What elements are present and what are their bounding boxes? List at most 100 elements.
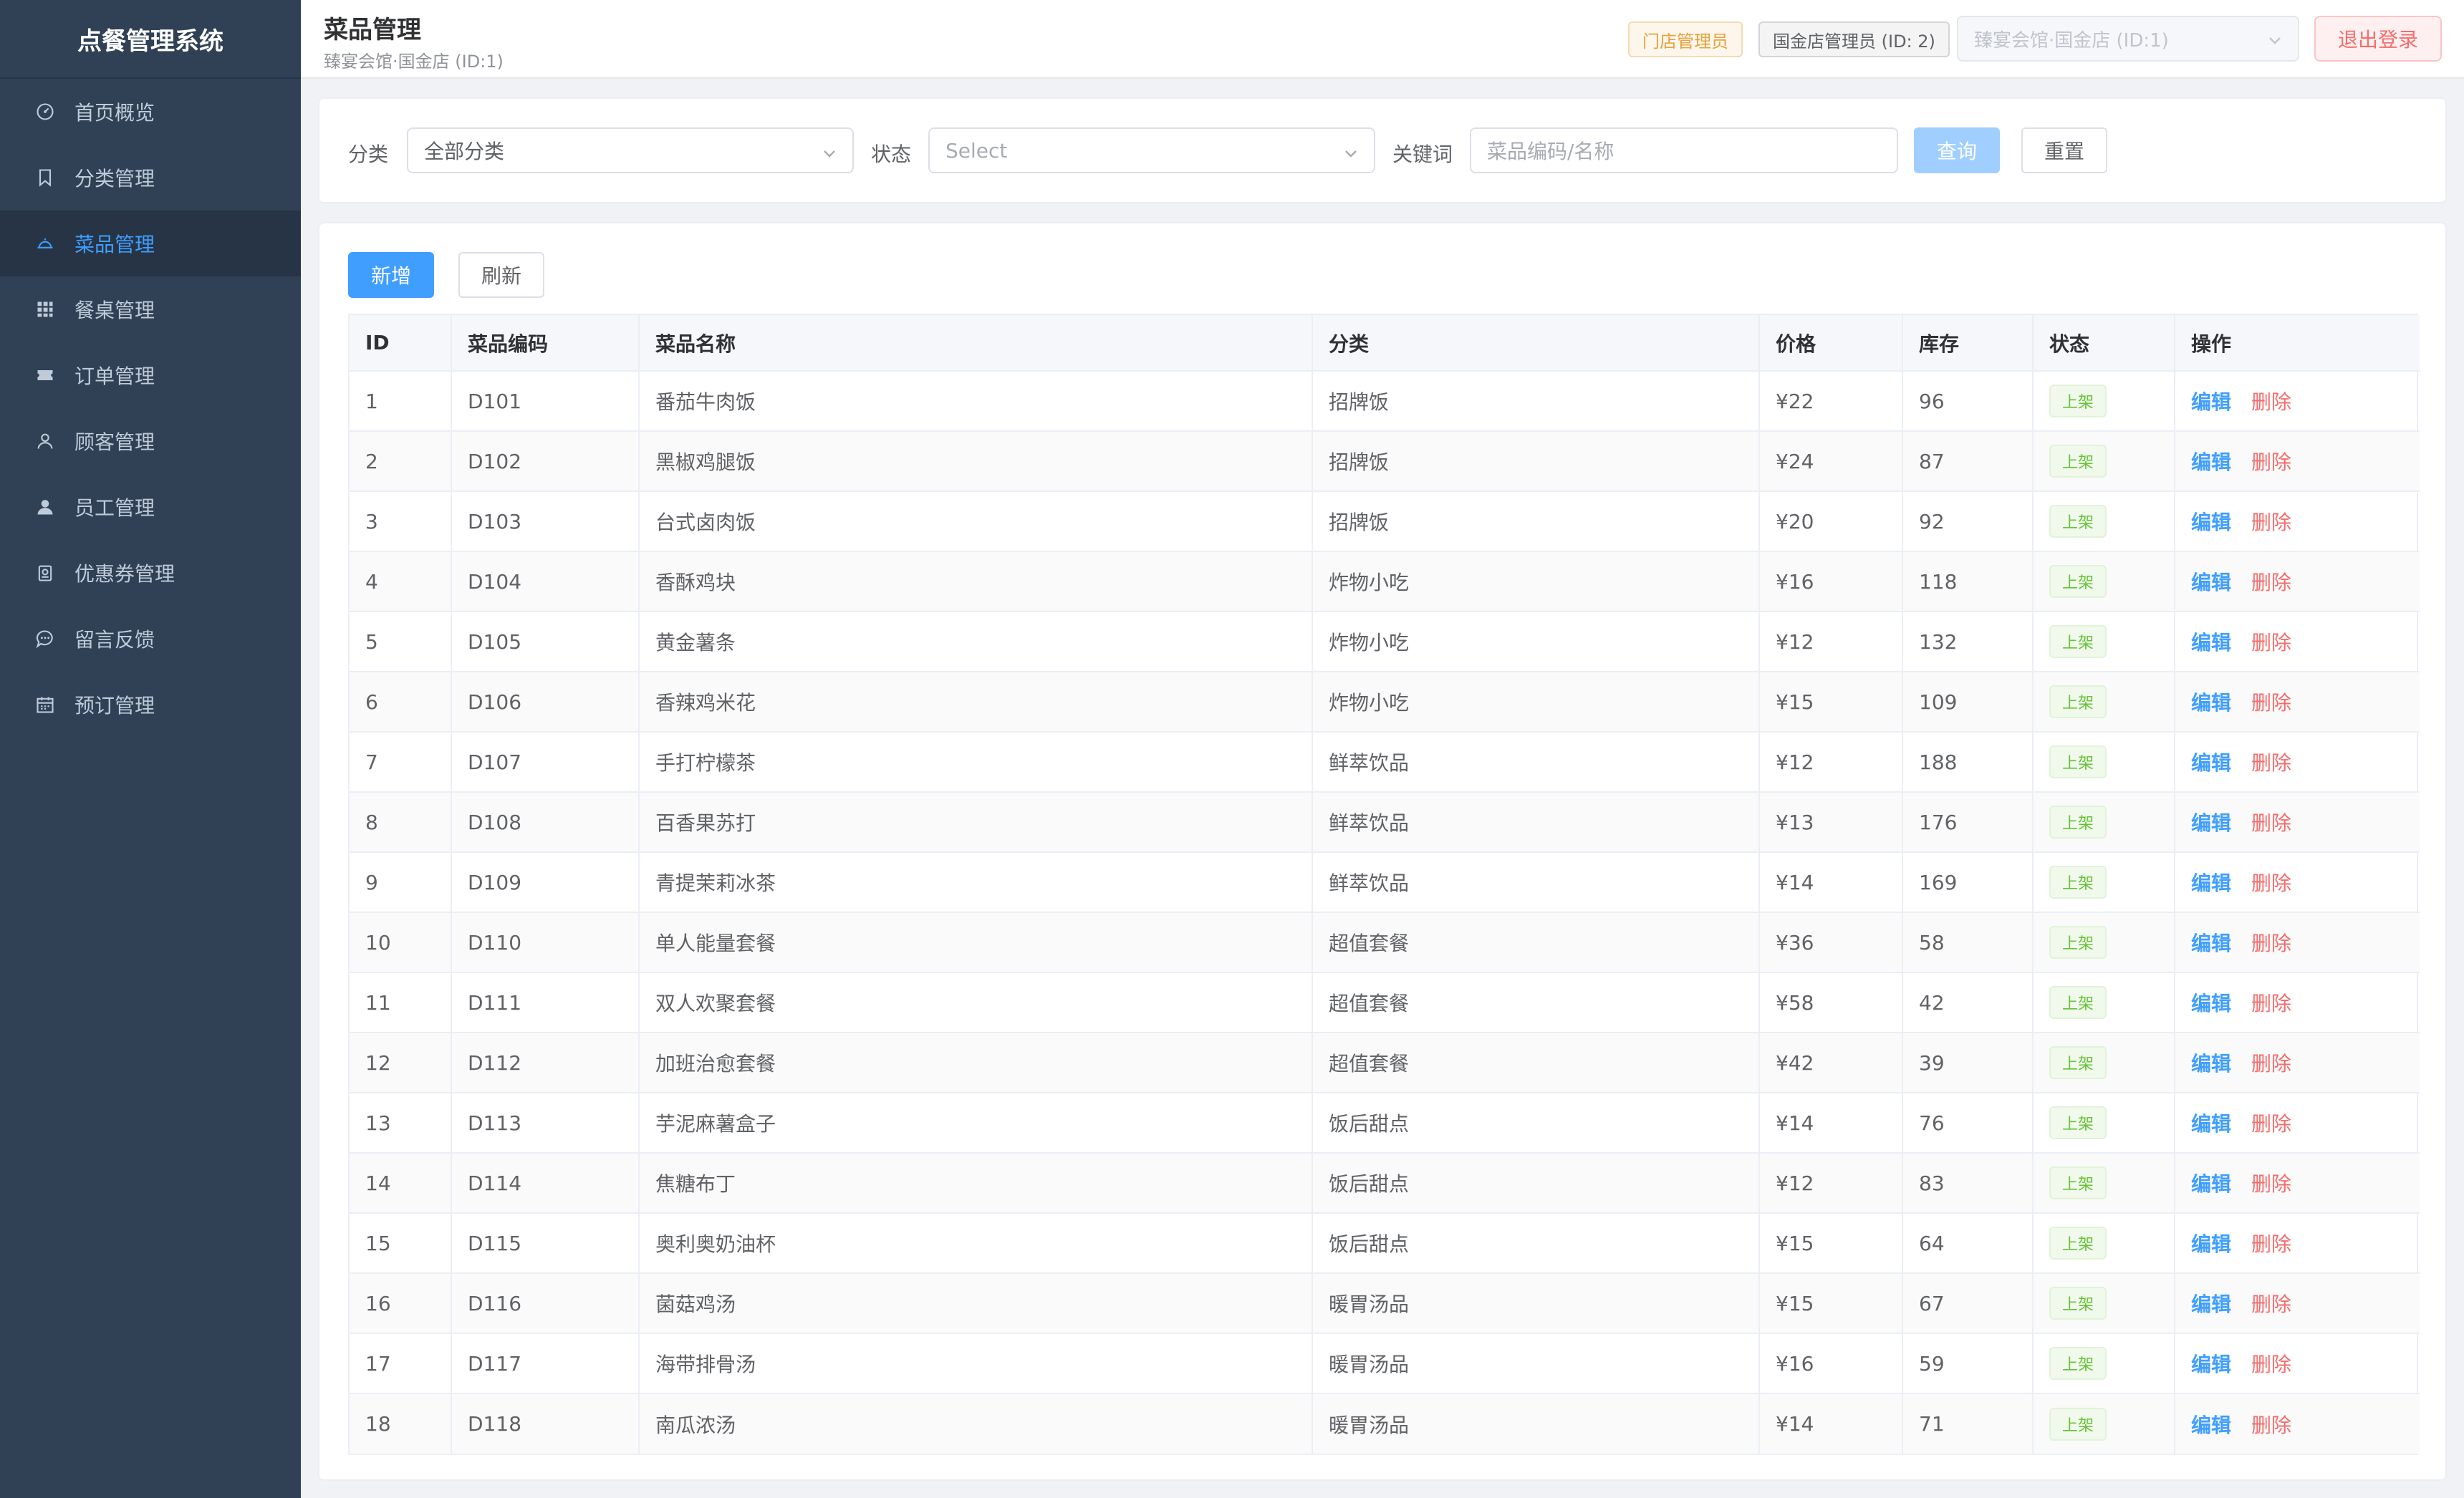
delete-link[interactable]: 删除 [2251,751,2291,775]
sidebar-item-9[interactable]: 预订管理 [0,672,301,738]
status-select[interactable]: Select [928,127,1375,173]
add-button[interactable]: 新增 [348,252,434,298]
delete-link[interactable]: 删除 [2251,691,2291,715]
delete-link[interactable]: 删除 [2251,571,2291,594]
sidebar-item-label: 首页概览 [74,101,155,125]
page-subtitle: 臻宴会馆·国金店 (ID:1) [324,52,504,72]
cell-name: 海带排骨汤 [639,1333,1313,1394]
column-header-stock[interactable]: 库存 [1902,315,2034,372]
cell-code: D105 [451,612,640,672]
edit-link[interactable]: 编辑 [2191,390,2231,414]
edit-link[interactable]: 编辑 [2191,1232,2231,1256]
column-header-id[interactable]: ID [350,315,452,372]
keyword-input[interactable]: 菜品编码/名称 [1470,127,1898,173]
delete-link[interactable]: 删除 [2251,1172,2291,1196]
refresh-button[interactable]: 刷新 [458,252,544,298]
status-badge: 上架 [2049,625,2107,658]
cell-category: 鲜萃饮品 [1312,732,1760,793]
edit-link[interactable]: 编辑 [2191,450,2231,474]
sidebar-item-4[interactable]: 订单管理 [0,342,301,408]
edit-link[interactable]: 编辑 [2191,1414,2231,1437]
sidebar-item-label: 分类管理 [74,167,155,190]
delete-link[interactable]: 删除 [2251,1112,2291,1136]
edit-link[interactable]: 编辑 [2191,1112,2231,1136]
cell-price: ¥14 [1759,1393,1903,1454]
delete-link[interactable]: 删除 [2251,390,2291,414]
chevron-down-icon [1342,143,1359,167]
cell-name: 双人欢聚套餐 [639,972,1313,1033]
cell-actions: 编辑 删除 [2175,431,2420,492]
sidebar-item-6[interactable]: 员工管理 [0,474,301,540]
sidebar-item-5[interactable]: 顾客管理 [0,408,301,474]
sidebar-item-label: 员工管理 [74,496,155,520]
cell-id: 1 [350,371,452,432]
edit-link[interactable]: 编辑 [2191,631,2231,654]
category-select[interactable]: 全部分类 [407,127,854,173]
delete-link[interactable]: 删除 [2251,511,2291,534]
cell-code: D114 [451,1153,640,1214]
cell-price: ¥16 [1759,551,1903,612]
chevron-down-icon [2266,32,2283,54]
sidebar-item-1[interactable]: 分类管理 [0,145,301,211]
column-header-status[interactable]: 状态 [2033,315,2175,372]
delete-link[interactable]: 删除 [2251,932,2291,955]
column-header-price[interactable]: 价格 [1759,315,1903,372]
cell-id: 12 [350,1033,452,1093]
status-badge: 上架 [2049,385,2107,417]
cell-category: 炸物小吃 [1312,672,1760,733]
edit-link[interactable]: 编辑 [2191,1353,2231,1376]
status-badge: 上架 [2049,1347,2107,1380]
store-select[interactable]: 臻宴会馆·国金店 (ID:1) [1957,16,2299,62]
column-header-code[interactable]: 菜品编码 [451,315,640,372]
edit-link[interactable]: 编辑 [2191,992,2231,1015]
column-header-category[interactable]: 分类 [1312,315,1760,372]
cell-name: 黄金薯条 [639,612,1313,672]
table-row: 3 D103 台式卤肉饭 招牌饭 ¥20 92 上架 编辑 删除 [350,491,2420,552]
status-badge: 上架 [2049,1046,2107,1079]
cell-status: 上架 [2033,672,2175,733]
edit-link[interactable]: 编辑 [2191,511,2231,534]
reset-button[interactable]: 重置 [2021,127,2107,173]
cell-status: 上架 [2033,1093,2175,1154]
delete-link[interactable]: 删除 [2251,631,2291,654]
delete-link[interactable]: 删除 [2251,1052,2291,1076]
query-button[interactable]: 查询 [1914,127,2000,173]
sidebar-item-7[interactable]: 优惠券管理 [0,540,301,606]
sidebar-item-label: 订单管理 [74,364,155,388]
sidebar-item-0[interactable]: 首页概览 [0,79,301,145]
sidebar-item-label: 优惠券管理 [74,562,175,586]
sidebar-item-2[interactable]: 菜品管理 [0,211,301,276]
logout-button[interactable]: 退出登录 [2314,16,2442,62]
sidebar-item-8[interactable]: 留言反馈 [0,606,301,672]
store-select-value: 臻宴会馆·国金店 (ID:1) [1974,29,2169,52]
cell-name: 焦糖布丁 [639,1153,1313,1214]
sidebar-item-label: 预订管理 [74,694,155,717]
delete-link[interactable]: 删除 [2251,450,2291,474]
delete-link[interactable]: 删除 [2251,811,2291,835]
edit-link[interactable]: 编辑 [2191,751,2231,775]
sidebar-item-3[interactable]: 餐桌管理 [0,276,301,342]
edit-link[interactable]: 编辑 [2191,1172,2231,1196]
edit-link[interactable]: 编辑 [2191,811,2231,835]
cell-status: 上架 [2033,732,2175,793]
column-header-name[interactable]: 菜品名称 [639,315,1313,372]
edit-link[interactable]: 编辑 [2191,871,2231,895]
edit-link[interactable]: 编辑 [2191,571,2231,594]
cell-stock: 58 [1902,912,2034,973]
delete-link[interactable]: 删除 [2251,1414,2291,1437]
delete-link[interactable]: 删除 [2251,992,2291,1015]
delete-link[interactable]: 删除 [2251,1353,2291,1376]
edit-link[interactable]: 编辑 [2191,1292,2231,1316]
cell-name: 台式卤肉饭 [639,491,1313,552]
status-badge: 上架 [2049,1166,2107,1199]
status-badge: 上架 [2049,1287,2107,1320]
status-select-placeholder: Select [945,138,1008,163]
delete-link[interactable]: 删除 [2251,871,2291,895]
edit-link[interactable]: 编辑 [2191,691,2231,715]
cell-stock: 169 [1902,852,2034,913]
edit-link[interactable]: 编辑 [2191,932,2231,955]
edit-link[interactable]: 编辑 [2191,1052,2231,1076]
cell-price: ¥12 [1759,1153,1903,1214]
delete-link[interactable]: 删除 [2251,1292,2291,1316]
delete-link[interactable]: 删除 [2251,1232,2291,1256]
